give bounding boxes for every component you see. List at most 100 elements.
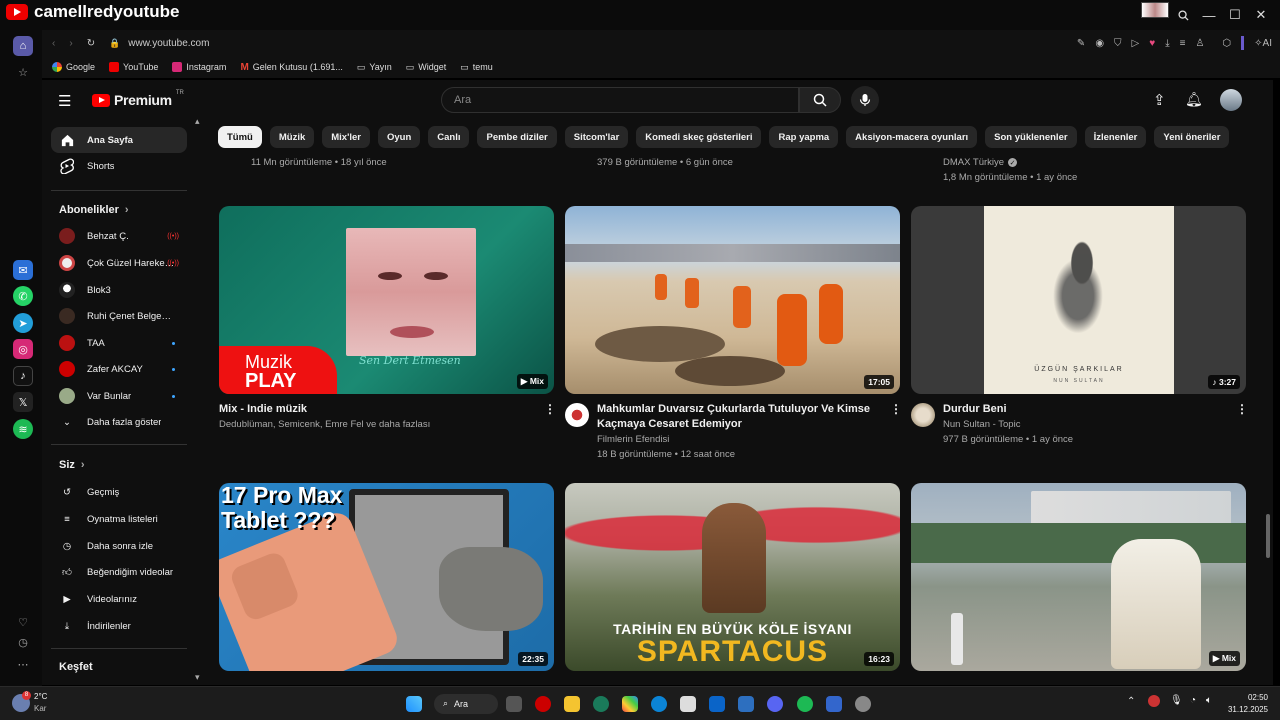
guide-item-shorts[interactable]: Shorts — [51, 153, 187, 179]
instagram-icon[interactable]: ◎ — [13, 339, 33, 359]
guide-item-home[interactable]: Ana Sayfa — [51, 127, 187, 153]
chip[interactable]: Oyun — [377, 126, 421, 148]
minimize-icon[interactable]: — — [1196, 0, 1222, 30]
bell-icon[interactable]: 🔔︎ — [1185, 91, 1203, 108]
ai-button[interactable]: ✧AI — [1254, 38, 1272, 49]
chip[interactable]: Canlı — [428, 126, 470, 148]
search-input[interactable]: Ara — [441, 87, 799, 113]
spotify-icon[interactable]: ≋ — [13, 419, 33, 439]
scroll-down-icon[interactable]: ▾ — [195, 672, 200, 683]
star-icon[interactable]: ☆ — [13, 62, 33, 82]
app-icon[interactable] — [738, 696, 754, 712]
telegram-icon[interactable]: ➤ — [13, 313, 33, 333]
channel-name[interactable]: Dedublüman, Semicenk, Emre Fel ve daha f… — [219, 419, 430, 430]
bookmark-folder-temu[interactable]: ▭ temu — [460, 62, 493, 73]
taskbar-search[interactable]: ⌕ Ara — [434, 694, 498, 714]
upload-icon[interactable]: ⇪ — [1153, 91, 1166, 109]
bookmark-instagram[interactable]: Instagram — [172, 62, 226, 72]
x-icon[interactable]: 𝕏 — [13, 392, 33, 412]
channel-avatar[interactable] — [565, 403, 589, 427]
home-icon[interactable]: ⌂ — [13, 36, 33, 56]
maximize-icon[interactable]: ☐ — [1222, 0, 1248, 30]
channel-name[interactable]: Nun Sultan - Topic — [943, 419, 1020, 430]
chip[interactable]: Mix'ler — [322, 126, 370, 148]
guide-sub-item[interactable]: Çok Güzel Hareket... ((•)) — [51, 250, 187, 276]
bookmark-youtube[interactable]: YouTube — [109, 62, 158, 72]
video-title[interactable]: Durdur Beni — [943, 402, 1007, 417]
mic-icon[interactable]: 🎙︎ — [1170, 695, 1183, 706]
play-icon[interactable]: ▷ — [1132, 38, 1140, 49]
account-icon[interactable]: ♙ — [1195, 38, 1204, 49]
profile-thumbnail[interactable] — [1141, 2, 1169, 18]
app-icon[interactable] — [855, 696, 871, 712]
guide-item-playlists[interactable]: ≡ Oynatma listeleri — [51, 506, 187, 532]
wifi-icon[interactable]: ◔ — [1190, 695, 1196, 706]
video-thumbnail[interactable]: 17 Pro Max Tablet ??? 22:35 — [219, 483, 554, 671]
scroll-up-icon[interactable]: ▴ — [195, 116, 200, 127]
search-icon[interactable] — [1170, 0, 1196, 30]
video-title[interactable]: Mahkumlar Duvarsız Çukurlarda Tutuluyor … — [597, 402, 887, 432]
channel-name[interactable]: DMAX Türkiye ✓ — [943, 157, 1018, 168]
chip[interactable]: Pembe diziler — [477, 126, 557, 148]
chip[interactable]: Komedi skeç gösterileri — [636, 126, 762, 148]
opera-icon[interactable] — [535, 696, 551, 712]
clock-time[interactable]: 02:50 — [1226, 693, 1268, 702]
subscriptions-header[interactable]: Abonelikler › — [59, 204, 129, 216]
download-icon[interactable]: ⤓ — [1165, 38, 1169, 49]
forward-icon[interactable]: › — [69, 38, 72, 49]
xbox-icon[interactable] — [593, 696, 609, 712]
chip[interactable]: İzlenenler — [1084, 126, 1147, 148]
chip[interactable]: Müzik — [269, 126, 315, 148]
store-icon[interactable] — [680, 696, 696, 712]
guide-sub-item[interactable]: TAA — [51, 330, 187, 356]
guide-sub-item[interactable]: Behzat Ç. ((•)) — [51, 223, 187, 249]
mail-icon[interactable] — [709, 696, 725, 712]
video-thumbnail[interactable]: Sen Dert Etmesen Muzik PLAY ▶︎ Mix — [219, 206, 554, 394]
more-options-icon[interactable]: ⋮ — [890, 402, 902, 416]
hamburger-icon[interactable]: ☰ — [58, 92, 71, 110]
chip[interactable]: Son yüklenenler — [985, 126, 1077, 148]
windows-start-icon[interactable] — [406, 696, 422, 712]
chip[interactable]: Sitcom'lar — [564, 126, 629, 148]
shield-icon[interactable]: ⛉ — [1114, 38, 1122, 49]
mic-button[interactable] — [851, 86, 879, 114]
reload-icon[interactable]: ↻ — [87, 38, 95, 49]
channel-avatar[interactable] — [911, 403, 935, 427]
search-button[interactable] — [799, 87, 841, 113]
guide-item-your-videos[interactable]: ▶︎ Videolarınız — [51, 586, 187, 612]
scrollbar-thumb[interactable] — [1266, 514, 1270, 558]
notepad-icon[interactable] — [826, 696, 842, 712]
guide-item-watch-later[interactable]: ◷ Daha sonra izle — [51, 533, 187, 559]
edge-icon[interactable] — [651, 696, 667, 712]
menu-icon[interactable]: ≡ — [1180, 38, 1186, 49]
edit-icon[interactable]: ✎ — [1077, 38, 1085, 49]
avatar[interactable] — [1220, 89, 1242, 111]
guide-item-downloads[interactable]: ⤓ İndirilenler — [51, 613, 187, 639]
heart-icon[interactable]: ♡ — [13, 612, 33, 632]
whatsapp-icon[interactable]: ✆ — [13, 286, 33, 306]
bookmark-gmail[interactable]: M Gelen Kutusu (1.691... — [240, 62, 342, 73]
chip[interactable]: Aksiyon-macera oyunları — [846, 126, 978, 148]
guide-sub-item[interactable]: Ruhi Çenet Belgeseller — [51, 303, 187, 329]
chip[interactable]: Rap yapma — [769, 126, 839, 148]
spotify-icon[interactable] — [797, 696, 813, 712]
video-thumbnail[interactable]: 17:05 — [565, 206, 900, 394]
guide-sub-item[interactable]: Zafer AKCAY — [51, 356, 187, 382]
tray-icon[interactable] — [1148, 695, 1160, 707]
heart-icon[interactable]: ♥ — [1149, 38, 1155, 49]
more-options-icon[interactable]: ⋮ — [544, 402, 556, 416]
guide-sub-item[interactable]: Var Bunlar — [51, 383, 187, 409]
bookmark-google[interactable]: Google — [52, 62, 95, 72]
channel-name[interactable]: Filmlerin Efendisi — [597, 434, 669, 445]
more-options-icon[interactable]: ⋮ — [1236, 402, 1248, 416]
messenger-icon[interactable]: ✉ — [13, 260, 33, 280]
file-explorer-icon[interactable] — [564, 696, 580, 712]
video-thumbnail[interactable]: TARİHİN EN BÜYÜK KÖLE İSYANI SPARTACUS 1… — [565, 483, 900, 671]
guide-sub-item[interactable]: Blok3 — [51, 277, 187, 303]
video-title[interactable]: Mix - Indie müzik — [219, 402, 307, 417]
url-field[interactable]: www.youtube.com — [128, 38, 209, 49]
chevron-up-icon[interactable]: ⌃ — [1127, 696, 1135, 707]
more-icon[interactable]: ⋯ — [13, 654, 33, 674]
volume-icon[interactable]: 🔈︎ — [1206, 695, 1212, 706]
chip-all[interactable]: Tümü — [218, 126, 262, 148]
